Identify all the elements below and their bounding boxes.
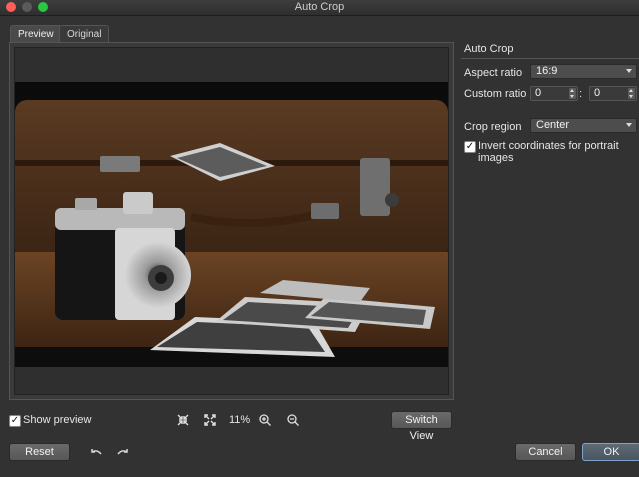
aspect-ratio-select[interactable]: 16:9 bbox=[530, 64, 637, 79]
expand-arrows-icon[interactable] bbox=[203, 413, 217, 427]
chevron-down-icon bbox=[626, 69, 632, 73]
window-title: Auto Crop bbox=[294, 1, 345, 13]
preview-panel bbox=[9, 42, 454, 400]
cancel-button[interactable]: Cancel bbox=[515, 443, 576, 461]
show-preview-checkbox[interactable]: ✓ bbox=[9, 415, 21, 427]
preview-canvas bbox=[14, 47, 449, 395]
undo-icon[interactable] bbox=[89, 445, 103, 459]
aspect-ratio-value: 16:9 bbox=[536, 65, 558, 77]
aspect-ratio-label: Aspect ratio bbox=[464, 67, 523, 79]
ok-button[interactable]: OK bbox=[582, 443, 639, 461]
invert-coordinates-checkbox[interactable]: ✓ bbox=[464, 141, 476, 153]
show-preview-label: Show preview bbox=[23, 414, 92, 426]
switch-view-button[interactable]: Switch View bbox=[391, 411, 452, 442]
custom-ratio-width-value: 0 bbox=[535, 87, 542, 99]
title-bar: Auto Crop bbox=[0, 0, 639, 16]
custom-ratio-label: Custom ratio bbox=[464, 88, 527, 100]
crop-region-label: Crop region bbox=[464, 121, 522, 133]
settings-title: Auto Crop bbox=[464, 43, 514, 55]
custom-ratio-height-value: 0 bbox=[594, 87, 601, 99]
chevron-down-icon bbox=[626, 123, 632, 127]
tab-original[interactable]: Original bbox=[59, 25, 110, 43]
crop-region-value: Center bbox=[536, 119, 570, 131]
ratio-separator: : bbox=[579, 88, 583, 100]
custom-ratio-height-input[interactable]: 0 bbox=[589, 86, 637, 101]
zoom-in-icon[interactable] bbox=[258, 413, 272, 427]
stepper-arrows-icon[interactable] bbox=[569, 88, 576, 99]
tab-preview[interactable]: Preview bbox=[10, 25, 62, 43]
redo-icon[interactable] bbox=[116, 445, 130, 459]
preview-image bbox=[15, 82, 448, 367]
shrink-arrows-icon[interactable] bbox=[176, 413, 190, 427]
custom-ratio-width-input[interactable]: 0 bbox=[530, 86, 578, 101]
zoom-level: 11% bbox=[229, 414, 251, 426]
stepper-arrows-icon[interactable] bbox=[628, 88, 635, 99]
preview-toolbar: ✓ Show preview 11% Switch View bbox=[0, 410, 460, 442]
section-divider bbox=[461, 58, 639, 59]
reset-button[interactable]: Reset bbox=[9, 443, 70, 461]
crop-region-select[interactable]: Center bbox=[530, 118, 637, 133]
zoom-out-icon[interactable] bbox=[286, 413, 300, 427]
invert-coordinates-label: Invert coordinates for portrait images bbox=[478, 140, 619, 164]
